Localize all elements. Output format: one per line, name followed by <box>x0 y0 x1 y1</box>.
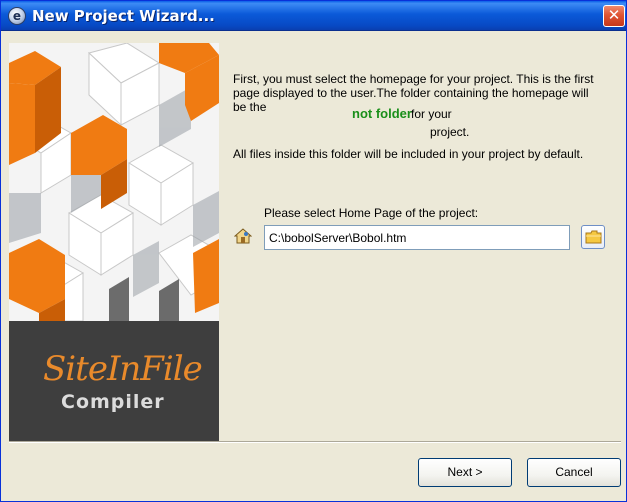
brand-area: SiteInFile Compiler <box>9 321 219 441</box>
cube-artwork <box>9 43 219 321</box>
side-banner: SiteInFile Compiler <box>9 43 219 441</box>
app-logo-icon: e <box>8 7 26 25</box>
wizard-window: e New Project Wizard... ✕ SiteInFile Com… <box>0 0 627 502</box>
brand-logo-script: SiteInFile <box>43 349 203 389</box>
window-title: New Project Wizard... <box>32 7 215 25</box>
homepage-path-input[interactable] <box>264 225 570 250</box>
project-text: project. <box>430 125 470 139</box>
brand-subtitle: Compiler <box>61 391 165 413</box>
browse-button[interactable] <box>581 225 605 249</box>
title-bar[interactable]: e New Project Wizard... ✕ <box>1 1 626 31</box>
home-icon <box>234 228 252 244</box>
wizard-content: First, you must select the homepage for … <box>219 43 619 441</box>
folder-icon <box>585 230 602 244</box>
cancel-button[interactable]: Cancel <box>527 458 621 487</box>
close-button[interactable]: ✕ <box>603 5 625 27</box>
info-text: All files inside this folder will be inc… <box>233 147 584 161</box>
footer-separator <box>9 441 621 443</box>
homepage-label: Please select Home Page of the project: <box>264 206 479 220</box>
for-your-text: for your <box>411 107 452 121</box>
overlay-label: not folder <box>350 106 414 121</box>
next-button[interactable]: Next > <box>418 458 512 487</box>
